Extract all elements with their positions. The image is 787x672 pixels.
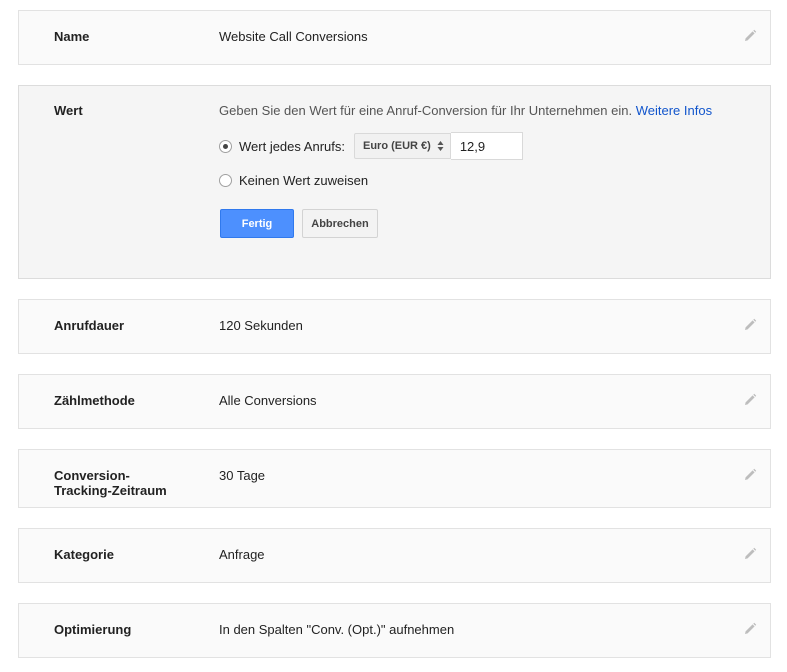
more-info-link[interactable]: Weitere Infos xyxy=(636,103,712,118)
anrufdauer-row: Anrufdauer 120 Sekunden xyxy=(18,299,771,354)
name-label: Name xyxy=(54,29,90,44)
zaehlmethode-value: Alle Conversions xyxy=(219,393,317,408)
pencil-icon[interactable] xyxy=(743,318,757,332)
pencil-icon[interactable] xyxy=(743,622,757,636)
pencil-icon[interactable] xyxy=(743,547,757,561)
anrufdauer-label: Anrufdauer xyxy=(54,318,125,333)
kategorie-row: Kategorie Anfrage xyxy=(18,528,771,583)
tracking-zeitraum-label-line1: Conversion- xyxy=(54,468,130,483)
wert-label: Wert xyxy=(54,103,83,118)
done-button[interactable]: Fertig xyxy=(220,209,294,238)
no-value-label: Keinen Wert zuweisen xyxy=(239,172,369,188)
optimierung-row: Optimierung In den Spalten "Conv. (Opt.)… xyxy=(18,603,771,658)
no-value-option-row: Keinen Wert zuweisen xyxy=(219,167,377,193)
pencil-icon[interactable] xyxy=(743,393,757,407)
pencil-icon[interactable] xyxy=(743,29,757,43)
wert-row-editor: Wert Geben Sie den Wert für eine Anruf-C… xyxy=(18,85,771,279)
kategorie-label: Kategorie xyxy=(54,547,114,562)
optimierung-label: Optimierung xyxy=(54,622,132,637)
no-value-radio[interactable] xyxy=(219,173,232,187)
wert-description-text: Geben Sie den Wert für eine Anruf-Conver… xyxy=(219,103,633,118)
amount-input[interactable] xyxy=(450,132,523,160)
name-row: Name Website Call Conversions xyxy=(18,10,771,65)
zaehlmethode-row: Zählmethode Alle Conversions xyxy=(18,374,771,429)
anrufdauer-value: 120 Sekunden xyxy=(219,318,303,333)
tracking-zeitraum-row: Conversion- Tracking-Zeitraum 30 Tage xyxy=(18,449,771,508)
kategorie-value: Anfrage xyxy=(219,547,265,562)
value-per-call-label: Wert jedes Anrufs: xyxy=(239,138,345,154)
value-option-row: Wert jedes Anrufs: Euro (EUR €) xyxy=(219,132,523,160)
tracking-zeitraum-label: Conversion- Tracking-Zeitraum xyxy=(54,468,184,498)
currency-select-value: Euro (EUR €) xyxy=(362,140,431,152)
tracking-zeitraum-label-line2: Tracking-Zeitraum xyxy=(54,483,167,498)
tracking-zeitraum-value: 30 Tage xyxy=(219,468,266,483)
currency-select[interactable]: Euro (EUR €) xyxy=(353,133,451,159)
value-per-call-radio[interactable] xyxy=(219,139,232,153)
cancel-button[interactable]: Abbrechen xyxy=(302,209,378,238)
optimierung-value: In den Spalten "Conv. (Opt.)" aufnehmen xyxy=(219,622,455,637)
zaehlmethode-label: Zählmethode xyxy=(54,393,135,408)
up-down-arrows-icon xyxy=(437,141,444,151)
wert-description: Geben Sie den Wert für eine Anruf-Conver… xyxy=(219,103,712,118)
name-value: Website Call Conversions xyxy=(219,29,368,44)
pencil-icon[interactable] xyxy=(743,468,757,482)
